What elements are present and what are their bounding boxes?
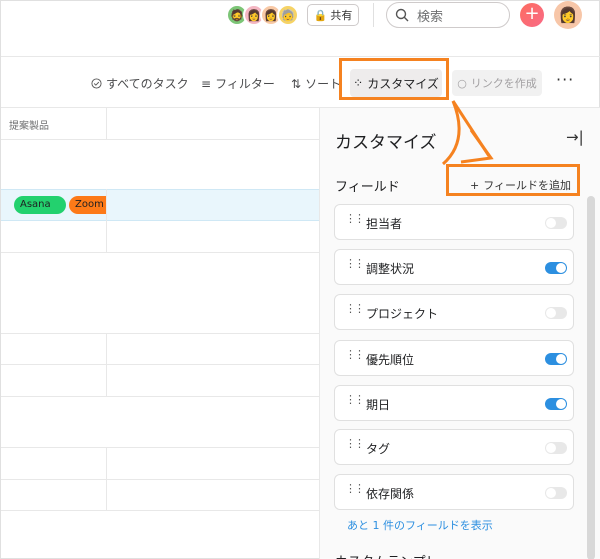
all-tasks-button[interactable]: すべてのタスク: [91, 75, 189, 92]
field-label: 依存関係: [366, 487, 415, 501]
drag-handle-icon[interactable]: ⋮⋮: [345, 213, 365, 224]
field-item[interactable]: ⋮⋮ 担当者: [334, 204, 574, 240]
field-item[interactable]: ⋮⋮ タグ: [334, 429, 574, 465]
divider: [373, 3, 374, 27]
divider: [1, 396, 319, 397]
avatar[interactable]: 🧓: [277, 4, 299, 26]
field-label: 担当者: [366, 217, 403, 231]
field-label: タグ: [366, 442, 391, 456]
divider: [1, 479, 319, 480]
create-plus-button[interactable]: +: [520, 3, 544, 27]
tag-asana[interactable]: Asana: [14, 196, 66, 214]
user-avatar[interactable]: 👩: [554, 1, 582, 29]
divider: [1, 252, 319, 253]
divider: [1, 364, 319, 365]
create-link-label: リンクを作成: [470, 77, 537, 90]
fields-heading: フィールド: [335, 180, 400, 195]
show-more-fields-link[interactable]: あと 1 件のフィールドを表示: [347, 517, 493, 533]
drag-handle-icon[interactable]: ⋮⋮: [345, 303, 365, 314]
check-circle-icon: [91, 78, 102, 89]
field-toggle[interactable]: [545, 353, 567, 365]
field-label: プロジェクト: [366, 307, 439, 321]
field-label: 調整状況: [366, 262, 415, 276]
divider: [106, 108, 107, 140]
divider: [1, 510, 319, 511]
sort-label: ソート: [305, 77, 342, 91]
task-grid: 提案製品 Asana Zoom: [1, 108, 319, 559]
lock-icon: 🔒: [313, 8, 328, 22]
field-toggle[interactable]: [545, 398, 567, 410]
link-icon: ○: [457, 76, 467, 90]
tag-zoom[interactable]: Zoom: [69, 196, 106, 214]
scrollbar[interactable]: [587, 196, 595, 559]
more-options-icon[interactable]: ···: [556, 70, 574, 89]
create-link-button[interactable]: ○ リンクを作成: [452, 70, 542, 96]
search-input[interactable]: 検索: [386, 2, 510, 28]
divider: [1, 447, 319, 448]
field-toggle[interactable]: [545, 217, 567, 229]
field-item[interactable]: ⋮⋮ プロジェクト: [334, 294, 574, 330]
divider: [106, 189, 107, 253]
field-item[interactable]: ⋮⋮ 期日: [334, 385, 574, 421]
field-item[interactable]: ⋮⋮ 調整状況: [334, 249, 574, 285]
share-label: 共有: [330, 9, 353, 22]
search-icon: [395, 8, 409, 22]
column-header-label: 提案製品: [9, 121, 49, 132]
drag-handle-icon[interactable]: ⋮⋮: [345, 394, 365, 405]
collapse-panel-icon[interactable]: →|: [566, 128, 584, 146]
drag-handle-icon[interactable]: ⋮⋮: [345, 258, 365, 269]
field-item[interactable]: ⋮⋮ 依存関係: [334, 474, 574, 510]
filter-icon: ≡: [201, 76, 212, 91]
field-label: 期日: [366, 398, 391, 412]
view-toolbar: すべてのタスク ≡ フィルター ⇅ ソート ⁘ カスタマイズ ○ リンクを作成 …: [1, 58, 600, 108]
share-button[interactable]: 🔒 共有: [307, 4, 359, 26]
field-label: 優先順位: [366, 353, 415, 367]
field-toggle[interactable]: [545, 262, 567, 274]
filter-label: フィルター: [215, 77, 275, 91]
search-placeholder: 検索: [417, 9, 444, 25]
field-toggle[interactable]: [545, 307, 567, 319]
field-item[interactable]: ⋮⋮ 優先順位: [334, 340, 574, 376]
highlight-box: [339, 58, 449, 100]
drag-handle-icon[interactable]: ⋮⋮: [345, 483, 365, 494]
sort-button[interactable]: ⇅ ソート: [291, 75, 341, 92]
top-bar: 🧔 👩 👩 🧓 🔒 共有 検索 + 👩: [1, 1, 600, 57]
panel-title: カスタマイズ: [335, 133, 437, 153]
divider: [1, 333, 319, 334]
filter-button[interactable]: ≡ フィルター: [201, 75, 275, 92]
arrow-icon: [441, 100, 494, 166]
drag-handle-icon[interactable]: ⋮⋮: [345, 438, 365, 449]
member-avatars[interactable]: 🧔 👩 👩 🧓: [226, 4, 299, 26]
drag-handle-icon[interactable]: ⋮⋮: [345, 349, 365, 360]
sort-icon: ⇅: [291, 76, 302, 91]
field-toggle[interactable]: [545, 442, 567, 454]
field-toggle[interactable]: [545, 487, 567, 499]
all-tasks-label: すべてのタスク: [106, 77, 189, 91]
section-heading: カスタムテンプレ: [335, 551, 439, 559]
column-header[interactable]: 提案製品: [1, 108, 319, 140]
